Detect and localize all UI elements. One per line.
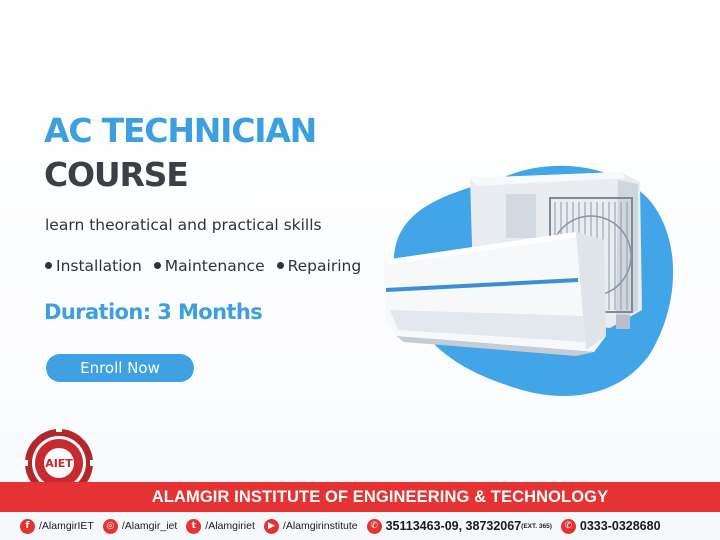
indoor-unit-illustration [384,232,606,356]
skills-list: Installation Maintenance Repairing [45,257,368,275]
facebook-icon: f [20,518,35,534]
phone-icon: ✆ [366,518,382,534]
bullet-icon [276,262,284,269]
bullet-icon [153,262,161,269]
whatsapp-contact[interactable]: ✆ 0333-0328680 [560,518,661,534]
course-duration: Duration: 3 Months [44,300,263,324]
institute-name-banner: ALAMGIR INSTITUTE OF ENGINEERING & TECHN… [0,482,720,512]
youtube-icon: ▶ [263,518,279,534]
course-title-line1: AC TECHNICIAN [44,111,317,150]
skill-item: Maintenance [164,257,265,275]
contact-footer: f /AlamgirIET ◎ /Alamgir_iet t /Alamgiri… [0,512,720,540]
bullet-icon [45,262,52,269]
instagram-icon: ◎ [102,518,118,534]
youtube-link[interactable]: ▶ /Alamgirinstitute [263,518,358,534]
twitter-link[interactable]: t /Alamgiriet [186,518,255,534]
institute-name: ALAMGIR INSTITUTE OF ENGINEERING & TECHN… [151,487,609,506]
course-title-line2: COURSE [44,155,189,194]
whatsapp-icon: ✆ [560,518,576,534]
enroll-now-button[interactable]: Enroll Now [46,354,194,382]
skill-item: Installation [56,257,142,275]
svg-text:AIET: AIET [45,457,73,470]
facebook-link[interactable]: f /AlamgirIET [20,518,94,534]
instagram-link[interactable]: ◎ /Alamgir_iet [102,518,177,534]
air-conditioner-image [384,172,642,356]
skill-item: Repairing [287,257,362,275]
phone-contact[interactable]: ✆ 35113463-09, 38732067 (EXT. 365) [366,518,552,534]
twitter-icon: t [186,518,202,534]
tagline: learn theoratical and practical skills [45,216,322,234]
